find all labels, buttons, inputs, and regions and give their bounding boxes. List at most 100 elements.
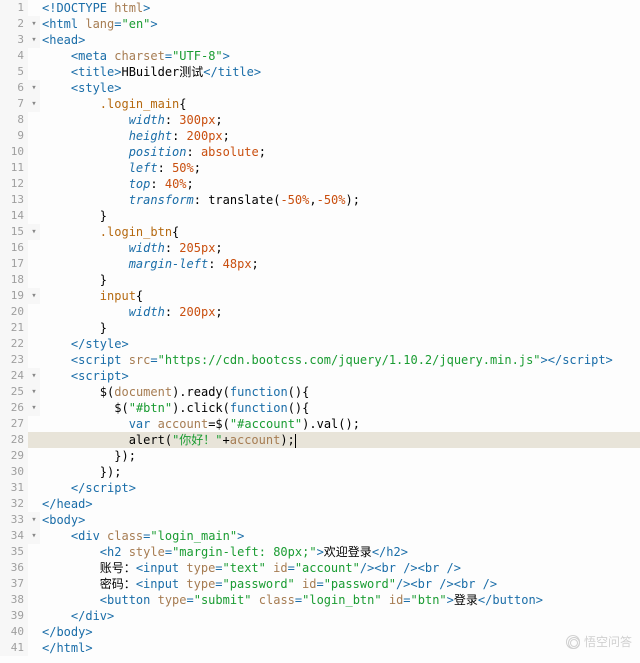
fold-toggle-icon[interactable] [28,368,40,384]
code-line[interactable]: 6 <style> [0,80,640,96]
fold-toggle-icon[interactable] [28,224,40,240]
code-content[interactable]: } [40,272,107,288]
code-line[interactable]: 24 <script> [0,368,640,384]
gutter-line-number[interactable]: 34 [0,528,28,544]
code-line[interactable]: 30 }); [0,464,640,480]
gutter-line-number[interactable]: 33 [0,512,28,528]
code-line[interactable]: 33 <body> [0,512,640,528]
code-content[interactable]: height: 200px; [40,128,230,144]
code-content[interactable]: </html> [40,640,93,656]
code-line[interactable]: 31 </script> [0,480,640,496]
fold-toggle-icon[interactable] [28,384,40,400]
code-content[interactable]: }); [40,448,136,464]
code-line[interactable]: 14 } [0,208,640,224]
fold-toggle-icon[interactable] [28,288,40,304]
code-line[interactable]: 21 } [0,320,640,336]
code-content[interactable]: } [40,320,107,336]
code-line[interactable]: 36 账号：<input type="text" id="account"/><… [0,560,640,576]
code-line[interactable]: 1<!DOCTYPE html> [0,0,640,16]
code-content[interactable]: $("#btn").click(function(){ [40,400,309,416]
code-content[interactable]: transform: translate(-50%,-50%); [40,192,360,208]
gutter-line-number[interactable]: 17 [0,256,28,272]
gutter-line-number[interactable]: 22 [0,336,28,352]
gutter-line-number[interactable]: 27 [0,416,28,432]
code-content[interactable]: <script src="https://cdn.bootcss.com/jqu… [40,352,613,368]
code-line[interactable]: 28 alert("你好！"+account); [0,432,640,448]
code-content[interactable]: <body> [40,512,85,528]
fold-toggle-icon[interactable] [28,528,40,544]
gutter-line-number[interactable]: 13 [0,192,28,208]
gutter-line-number[interactable]: 19 [0,288,28,304]
gutter-line-number[interactable]: 21 [0,320,28,336]
code-line[interactable]: 23 <script src="https://cdn.bootcss.com/… [0,352,640,368]
gutter-line-number[interactable]: 35 [0,544,28,560]
code-line[interactable]: 19 input{ [0,288,640,304]
code-content[interactable]: <style> [40,80,121,96]
gutter-line-number[interactable]: 14 [0,208,28,224]
code-content[interactable]: <button type="submit" class="login_btn" … [40,592,543,608]
gutter-line-number[interactable]: 32 [0,496,28,512]
gutter-line-number[interactable]: 15 [0,224,28,240]
code-line[interactable]: 4 <meta charset="UTF-8"> [0,48,640,64]
code-content[interactable]: input{ [40,288,143,304]
code-content[interactable]: </head> [40,496,93,512]
code-content[interactable]: }); [40,464,121,480]
code-content[interactable]: <meta charset="UTF-8"> [40,48,230,64]
fold-toggle-icon[interactable] [28,96,40,112]
code-content[interactable]: <head> [40,32,85,48]
code-content[interactable]: margin-left: 48px; [40,256,259,272]
gutter-line-number[interactable]: 30 [0,464,28,480]
code-line[interactable]: 25 $(document).ready(function(){ [0,384,640,400]
code-content[interactable]: top: 40%; [40,176,194,192]
code-line[interactable]: 5 <title>HBuilder测试</title> [0,64,640,80]
code-line[interactable]: 26 $("#btn").click(function(){ [0,400,640,416]
gutter-line-number[interactable]: 38 [0,592,28,608]
code-content[interactable]: <script> [40,368,129,384]
code-line[interactable]: 12 top: 40%; [0,176,640,192]
code-content[interactable]: alert("你好！"+account); [40,432,296,448]
code-content[interactable]: <div class="login_main"> [40,528,244,544]
code-content[interactable]: </style> [40,336,129,352]
code-content[interactable]: position: absolute; [40,144,266,160]
code-line[interactable]: 35 <h2 style="margin-left: 80px;">欢迎登录</… [0,544,640,560]
gutter-line-number[interactable]: 28 [0,432,28,448]
gutter-line-number[interactable]: 39 [0,608,28,624]
code-line[interactable]: 29 }); [0,448,640,464]
code-line[interactable]: 8 width: 300px; [0,112,640,128]
code-content[interactable]: .login_btn{ [40,224,179,240]
gutter-line-number[interactable]: 1 [0,0,28,16]
code-content[interactable]: <h2 style="margin-left: 80px;">欢迎登录</h2> [40,544,408,560]
code-content[interactable]: } [40,208,107,224]
code-line[interactable]: 37 密码：<input type="password" id="passwor… [0,576,640,592]
gutter-line-number[interactable]: 3 [0,32,28,48]
code-line[interactable]: 13 transform: translate(-50%,-50%); [0,192,640,208]
code-content[interactable]: <html lang="en"> [40,16,158,32]
code-line[interactable]: 41 </html> [0,640,640,656]
gutter-line-number[interactable]: 5 [0,64,28,80]
gutter-line-number[interactable]: 16 [0,240,28,256]
code-line[interactable]: 10 position: absolute; [0,144,640,160]
code-line[interactable]: 32 </head> [0,496,640,512]
code-line[interactable]: 3 <head> [0,32,640,48]
gutter-line-number[interactable]: 2 [0,16,28,32]
fold-toggle-icon[interactable] [28,512,40,528]
code-line[interactable]: 20 width: 200px; [0,304,640,320]
gutter-line-number[interactable]: 8 [0,112,28,128]
gutter-line-number[interactable]: 41 [0,640,28,656]
code-line[interactable]: 11 left: 50%; [0,160,640,176]
code-line[interactable]: 7 .login_main{ [0,96,640,112]
gutter-line-number[interactable]: 12 [0,176,28,192]
code-content[interactable]: width: 200px; [40,304,223,320]
gutter-line-number[interactable]: 37 [0,576,28,592]
code-line[interactable]: 27 var account=$("#account").val(); [0,416,640,432]
code-line[interactable]: 2 <html lang="en"> [0,16,640,32]
code-content[interactable]: $(document).ready(function(){ [40,384,309,400]
gutter-line-number[interactable]: 4 [0,48,28,64]
gutter-line-number[interactable]: 25 [0,384,28,400]
gutter-line-number[interactable]: 6 [0,80,28,96]
code-editor[interactable]: 1<!DOCTYPE html>2 <html lang="en"> 3 <head>… [0,0,640,656]
fold-toggle-icon[interactable] [28,80,40,96]
code-content[interactable]: .login_main{ [40,96,187,112]
code-content[interactable]: </div> [40,608,114,624]
gutter-line-number[interactable]: 11 [0,160,28,176]
